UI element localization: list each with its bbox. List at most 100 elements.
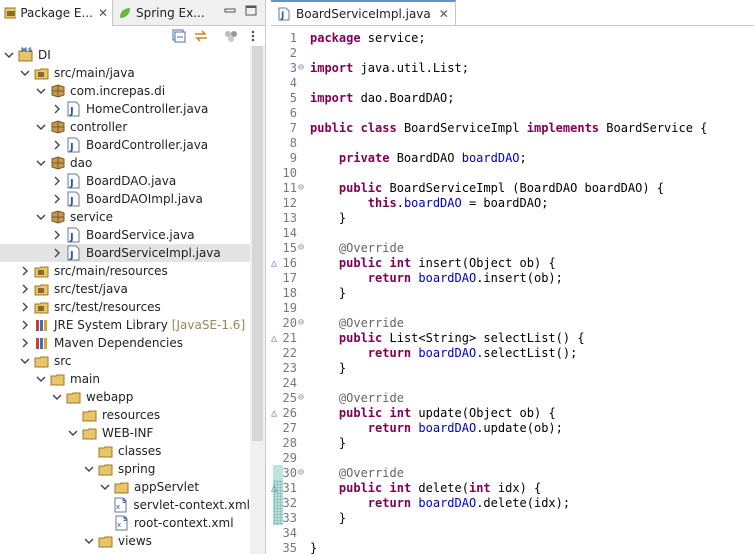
override-marker-icon[interactable]: △ <box>271 408 277 419</box>
tree-item[interactable]: src/test/resources <box>0 298 250 316</box>
chevron-down-icon[interactable] <box>36 122 46 132</box>
close-icon[interactable]: ✕ <box>439 7 449 21</box>
tree-item[interactable]: J BoardServiceImpl.java <box>0 244 250 262</box>
tree-item[interactable]: J HomeController.java <box>0 100 250 118</box>
tree-item[interactable]: controller <box>0 118 250 136</box>
tree-item[interactable]: WEB-INF <box>0 424 250 442</box>
editor-tab[interactable]: J BoardServiceImpl.java ✕ <box>271 0 456 26</box>
code-text: public int delete(int idx) { <box>305 481 541 495</box>
code-line: 23 } <box>271 360 754 375</box>
tree-item[interactable]: appServlet <box>0 478 250 496</box>
chevron-right-icon[interactable] <box>52 194 62 204</box>
chevron-down-icon[interactable] <box>68 428 78 438</box>
fold-toggle-icon[interactable]: ⊖ <box>298 62 304 73</box>
line-number-text: 1 <box>289 30 297 45</box>
chevron-down-icon[interactable] <box>84 536 94 546</box>
chevron-right-icon[interactable] <box>52 248 62 258</box>
chevron-down-icon[interactable] <box>52 392 62 402</box>
tree-item[interactable]: Maven Dependencies <box>0 334 250 352</box>
override-marker-icon[interactable]: △ <box>271 258 277 269</box>
chevron-right-icon[interactable] <box>20 266 30 276</box>
plain-token: } <box>310 210 347 225</box>
tree-item[interactable]: M S DI <box>0 46 250 64</box>
tree-item[interactable]: x Sroot-context.xml <box>0 514 250 532</box>
override-marker-icon[interactable]: △ <box>271 333 277 344</box>
tab-spring-explorer[interactable]: Spring Ex... <box>114 0 210 26</box>
code-text: @Override <box>305 466 404 480</box>
tree-item[interactable]: JRE System Library [JavaSE-1.6] <box>0 316 250 334</box>
tree-item-label: src/test/java <box>54 282 128 296</box>
plain-token: idx) { <box>490 480 542 495</box>
tree-item[interactable]: webapp <box>0 388 250 406</box>
tree-item[interactable]: src/test/java <box>0 280 250 298</box>
tree-item[interactable]: dao <box>0 154 250 172</box>
chevron-down-icon[interactable] <box>36 212 46 222</box>
chevron-right-icon[interactable] <box>20 320 30 330</box>
tree-item-label: views <box>118 534 152 548</box>
fold-toggle-icon[interactable]: ⊖ <box>298 467 304 478</box>
tree-item[interactable]: J BoardService.java <box>0 226 250 244</box>
line-number-text: 9 <box>289 150 297 165</box>
tree-scrollbar[interactable] <box>250 46 265 554</box>
link-with-editor-icon[interactable] <box>193 29 209 43</box>
chevron-right-icon[interactable] <box>20 284 30 294</box>
close-icon[interactable]: ✕ <box>98 6 108 20</box>
tree-item-label: src/main/resources <box>54 264 168 278</box>
chevron-down-icon[interactable] <box>84 464 94 474</box>
view-menu-icon[interactable] <box>245 29 261 43</box>
minimize-icon[interactable] <box>223 5 237 17</box>
override-marker-icon[interactable]: △ <box>271 483 277 494</box>
chevron-down-icon[interactable] <box>36 374 46 384</box>
tree-item[interactable]: views <box>0 532 250 550</box>
tree-item[interactable]: J BoardDAO.java <box>0 172 250 190</box>
explorer-toolbar <box>0 27 265 45</box>
tree-item[interactable]: resources <box>0 406 250 424</box>
plain-token: insert(Object ob) { <box>411 255 556 270</box>
tree-item-label: WEB-INF <box>102 426 154 440</box>
code-text: } <box>305 541 317 554</box>
tree-item[interactable]: src <box>0 352 250 370</box>
fold-toggle-icon[interactable]: ⊖ <box>298 317 304 328</box>
code-text: public List<String> selectList() { <box>305 331 585 345</box>
chevron-down-icon[interactable] <box>36 86 46 96</box>
tree-item[interactable]: spring <box>0 460 250 478</box>
tab-package-explorer[interactable]: Package E... ✕ <box>0 0 113 26</box>
chevron-down-icon[interactable] <box>20 356 30 366</box>
filter-icon[interactable] <box>223 29 239 43</box>
tree-item-label: dao <box>70 156 93 170</box>
collapse-all-icon[interactable] <box>171 29 187 43</box>
tree-item[interactable]: service <box>0 208 250 226</box>
line-number-text: 6 <box>289 105 297 120</box>
tree-item[interactable]: classes <box>0 442 250 460</box>
tree-item[interactable]: com.increpas.di <box>0 82 250 100</box>
chevron-right-icon[interactable] <box>52 230 62 240</box>
code-line: 18 } <box>271 285 754 300</box>
chevron-down-icon[interactable] <box>36 158 46 168</box>
chevron-down-icon[interactable] <box>100 482 110 492</box>
tree-item[interactable]: J BoardDAOImpl.java <box>0 190 250 208</box>
maximize-icon[interactable] <box>244 5 258 17</box>
tree-item[interactable]: src/main/resources <box>0 262 250 280</box>
fold-toggle-icon[interactable]: ⊖ <box>298 392 304 403</box>
chevron-right-icon[interactable] <box>20 338 30 348</box>
tree-item[interactable]: src/main/java <box>0 64 250 82</box>
code-editor[interactable]: 1 package service; 2 3 ⊖ import java.util.Lis… <box>271 27 754 554</box>
tree-item[interactable]: J BoardController.java <box>0 136 250 154</box>
chevron-right-icon[interactable] <box>52 176 62 186</box>
plain-token: List<String> selectList() { <box>382 330 585 345</box>
tree-item[interactable]: x Sservlet-context.xml <box>0 496 250 514</box>
chevron-right-icon[interactable] <box>52 140 62 150</box>
chevron-down-icon[interactable] <box>4 50 14 60</box>
tree-item[interactable]: main <box>0 370 250 388</box>
fold-toggle-icon[interactable]: ⊖ <box>298 182 304 193</box>
chevron-right-icon[interactable] <box>20 302 30 312</box>
editor-tab-bar: J BoardServiceImpl.java ✕ <box>271 0 754 26</box>
keyword-token: private <box>338 150 390 165</box>
chevron-down-icon[interactable] <box>20 68 30 78</box>
scrollbar-thumb[interactable] <box>252 46 263 441</box>
chevron-right-icon[interactable] <box>52 104 62 114</box>
java-file-icon: J <box>66 173 82 189</box>
fold-toggle-icon[interactable]: ⊖ <box>298 242 304 253</box>
